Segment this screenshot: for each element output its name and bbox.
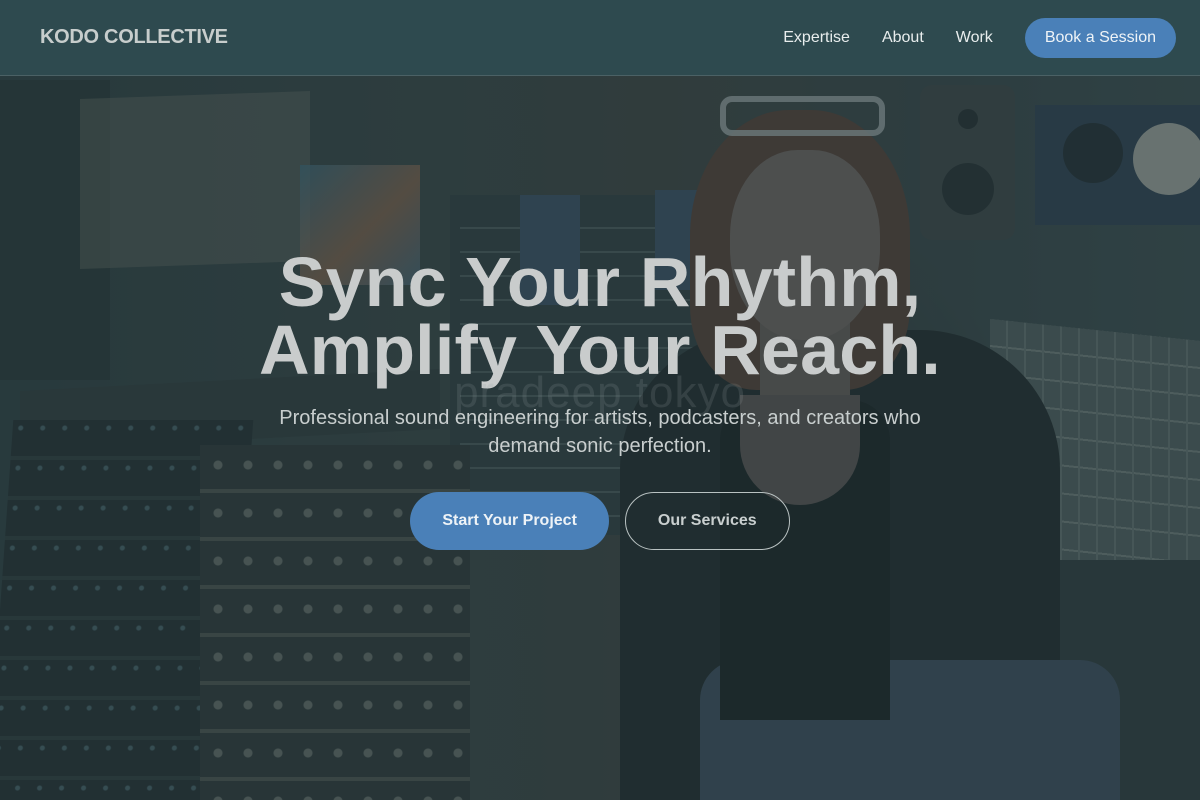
book-session-button[interactable]: Book a Session (1024, 17, 1176, 58)
hero-title-line-1: Sync Your Rhythm, (278, 243, 922, 321)
nav-link-about[interactable]: About (882, 29, 924, 47)
nav-link-expertise[interactable]: Expertise (783, 29, 850, 47)
brand-logo[interactable]: KODO COLLECTIVE (40, 26, 228, 49)
nav-link-work[interactable]: Work (956, 29, 993, 47)
top-navbar: KODO COLLECTIVE Expertise About Work Boo… (0, 0, 1200, 76)
hero-section: pradeep tokyo Sync Your Rhythm, Amplify … (0, 243, 1200, 550)
nav-links: Expertise About Work Book a Session (751, 17, 1176, 58)
hero-title-line-2: Amplify Your Reach. (259, 311, 941, 389)
our-services-button[interactable]: Our Services (624, 492, 790, 550)
hero-button-group: Start Your Project Our Services (0, 492, 1200, 550)
start-project-button[interactable]: Start Your Project (410, 492, 609, 550)
hero-subtitle: Professional sound engineering for artis… (279, 407, 921, 457)
hero-title: Sync Your Rhythm, Amplify Your Reach. (0, 243, 1200, 389)
